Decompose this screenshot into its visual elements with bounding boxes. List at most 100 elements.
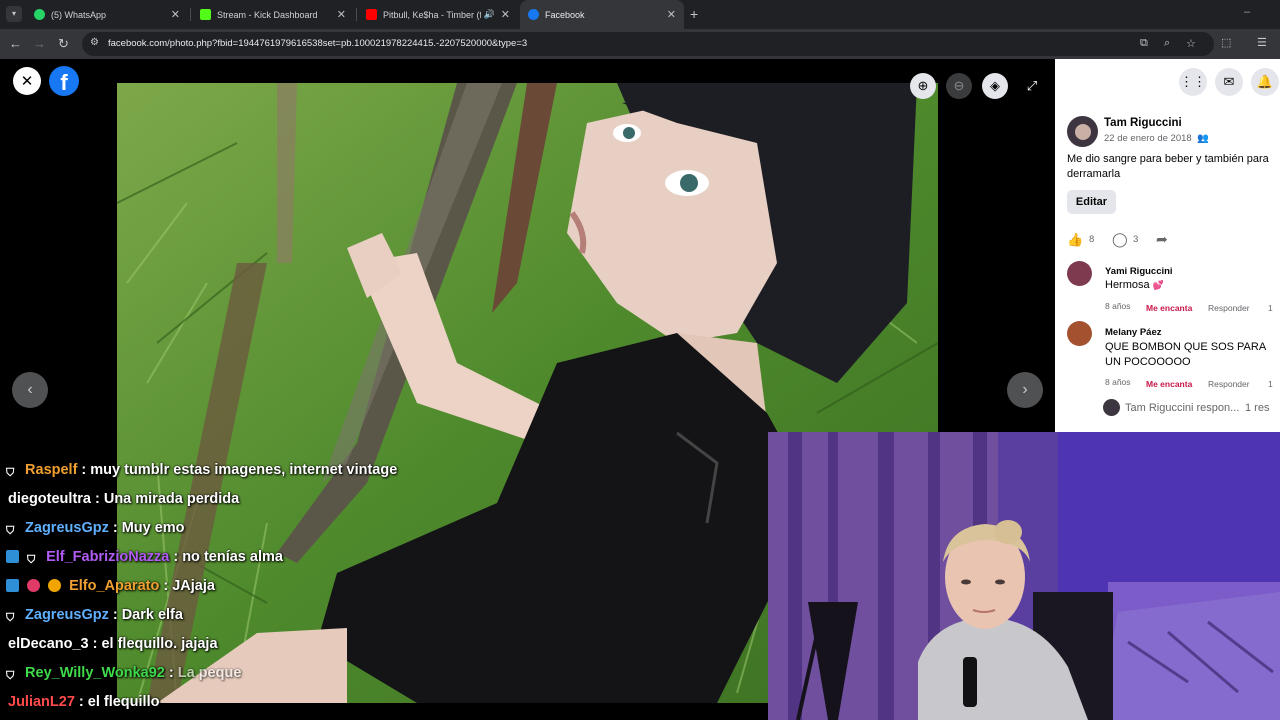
chat-message: ⛉ ZagreusGpz: Dark elfa xyxy=(6,607,183,624)
reply-button[interactable]: Responder xyxy=(1208,303,1250,313)
commenter-avatar[interactable] xyxy=(1067,261,1092,286)
extensions-icon[interactable]: ⬚ xyxy=(1221,36,1231,49)
tab-search-icon[interactable]: ▾ xyxy=(6,6,22,22)
author-avatar[interactable] xyxy=(1067,116,1098,147)
tab-kick-dashboard[interactable]: Stream - Kick Dashboard ✕ xyxy=(192,0,354,29)
chat-username[interactable]: Elfo_Aparato xyxy=(69,578,159,594)
tab-whatsapp[interactable]: (5) WhatsApp ✕ xyxy=(26,0,188,29)
moderator-shield-icon: ⛉ xyxy=(6,670,15,682)
whatsapp-icon xyxy=(34,9,45,20)
site-info-icon[interactable]: ⚙ xyxy=(90,37,99,48)
commenter-name[interactable]: Yami Riguccini xyxy=(1105,266,1173,277)
chat-text: muy tumblr estas imagenes, internet vint… xyxy=(90,462,398,478)
tab-facebook[interactable]: Facebook ✕ xyxy=(520,0,684,29)
close-tab-icon[interactable]: ✕ xyxy=(667,8,676,21)
menu-grid-icon[interactable]: ⋮⋮ xyxy=(1179,68,1207,96)
webcam-overlay xyxy=(768,432,1280,720)
chat-username[interactable]: diegoteultra xyxy=(8,491,91,507)
chat-text: La peque xyxy=(177,665,242,681)
notifications-bell-icon[interactable]: 🔔 xyxy=(1251,68,1279,96)
chat-text: Una mirada perdida xyxy=(103,491,240,507)
comment-icon[interactable]: ◯ xyxy=(1112,231,1128,248)
install-app-icon[interactable]: ⧉ xyxy=(1140,37,1148,50)
chat-username[interactable]: ZagreusGpz xyxy=(25,607,109,623)
close-viewer-icon[interactable]: ✕ xyxy=(13,67,41,95)
webcam-image xyxy=(768,432,1280,720)
reload-icon[interactable]: ↻ xyxy=(58,36,69,52)
close-tab-icon[interactable]: ✕ xyxy=(171,8,180,21)
zoom-icon[interactable]: ⌕ xyxy=(1164,37,1170,50)
reply-preview-link[interactable]: Tam Riguccini respon... xyxy=(1125,402,1239,414)
subscriber-badge-icon xyxy=(27,579,41,592)
reply-count[interactable]: 1 res xyxy=(1245,402,1269,414)
comment-text: QUE BOMBON QUE SOS PARA UN POCOOOOO xyxy=(1105,341,1266,368)
sidebar-icon[interactable]: ☰ xyxy=(1257,36,1267,49)
chat-message: ⛉ Raspelf: muy tumblr estas imagenes, in… xyxy=(6,462,398,479)
url-text[interactable]: facebook.com/photo.php?fbid=194476197961… xyxy=(108,38,527,49)
comment-age[interactable]: 8 años xyxy=(1105,301,1131,311)
share-icon[interactable]: ➦ xyxy=(1156,231,1168,248)
facebook-icon xyxy=(528,9,539,20)
browser-toolbar: ← → ↻ ⚙ facebook.com/photo.php?fbid=1944… xyxy=(0,29,1280,59)
chat-text: el flequillo. jajaja xyxy=(101,636,218,652)
fullscreen-icon[interactable]: ⤢ xyxy=(1019,73,1045,99)
browser-tab-bar: ▾ (5) WhatsApp ✕ Stream - Kick Dashboard… xyxy=(0,0,1280,29)
new-tab-icon[interactable]: + xyxy=(690,6,698,22)
comment-reaction-button[interactable]: Me encanta xyxy=(1146,303,1192,313)
back-icon[interactable]: ← xyxy=(9,36,22,51)
chat-message: JulianL27: el flequillo xyxy=(8,694,160,710)
chat-message: ⛉ Elf_FabrizioNazza: no tenías alma xyxy=(6,549,283,567)
chat-message: Elfo_Aparato: JAjaja xyxy=(6,578,215,594)
chat-text: JAjaja xyxy=(172,578,215,594)
post-date[interactable]: 22 de enero de 2018 xyxy=(1104,133,1192,144)
post-meta: 22 de enero de 2018 👥 xyxy=(1104,133,1209,144)
author-name[interactable]: Tam Riguccini xyxy=(1104,117,1182,129)
reaction-count: 1 xyxy=(1268,303,1273,313)
messenger-icon[interactable]: ✉ xyxy=(1215,68,1243,96)
chat-username[interactable]: JulianL27 xyxy=(8,694,75,710)
chat-message: ⛉ ZagreusGpz: Muy emo xyxy=(6,520,185,537)
post-caption: Me dio sangre para beber y también para … xyxy=(1067,153,1269,180)
tab-divider xyxy=(356,8,357,21)
reply-author-avatar[interactable] xyxy=(1103,399,1120,416)
forward-icon[interactable]: → xyxy=(33,36,46,51)
next-photo-icon[interactable]: › xyxy=(1007,372,1043,408)
tab-label: Pitbull, Ke$ha - Timber (fea xyxy=(383,9,481,20)
like-count: 8 xyxy=(1089,234,1095,245)
commenter-name[interactable]: Melany Páez xyxy=(1105,327,1162,338)
stream-chat: ⛉ Raspelf: muy tumblr estas imagenes, in… xyxy=(0,458,768,720)
tag-icon[interactable]: ◈ xyxy=(982,73,1008,99)
comment-age[interactable]: 8 años xyxy=(1105,377,1131,387)
chat-username[interactable]: Elf_FabrizioNazza xyxy=(46,549,169,565)
chat-username[interactable]: ZagreusGpz xyxy=(25,520,109,536)
like-icon[interactable]: 👍 xyxy=(1067,232,1083,248)
chat-message: ⛉ Rey_Willy_Wonka92: La peque xyxy=(6,665,242,682)
tab-youtube[interactable]: Pitbull, Ke$ha - Timber (fea 🔊 ✕ xyxy=(358,0,518,29)
prime-badge-icon xyxy=(6,579,19,592)
reply-button[interactable]: Responder xyxy=(1208,379,1250,389)
chat-username[interactable]: elDecano_3 xyxy=(8,636,89,652)
youtube-icon xyxy=(366,9,377,20)
commenter-avatar[interactable] xyxy=(1067,321,1092,346)
minimize-icon[interactable]: – xyxy=(1244,6,1250,18)
close-tab-icon[interactable]: ✕ xyxy=(501,8,510,21)
address-bar[interactable]: ⚙ facebook.com/photo.php?fbid=1944761979… xyxy=(82,32,1214,56)
moderator-shield-icon: ⛉ xyxy=(6,467,15,479)
gift-badge-icon xyxy=(48,579,62,592)
tab-label: Facebook xyxy=(545,9,585,20)
chat-message: diegoteultra: Una mirada perdida xyxy=(8,491,240,507)
previous-photo-icon[interactable]: ‹ xyxy=(12,372,48,408)
comment-reaction-button[interactable]: Me encanta xyxy=(1146,379,1192,389)
heart-emoji-icon: 💕 xyxy=(1152,280,1164,290)
close-tab-icon[interactable]: ✕ xyxy=(337,8,346,21)
edit-button[interactable]: Editar xyxy=(1067,190,1116,214)
chat-username[interactable]: Raspelf xyxy=(25,462,77,478)
moderator-shield-icon: ⛉ xyxy=(6,612,15,624)
zoom-in-icon[interactable]: ⊕ xyxy=(910,73,936,99)
friends-audience-icon: 👥 xyxy=(1197,133,1210,144)
chat-username[interactable]: Rey_Willy_Wonka92 xyxy=(25,665,165,681)
zoom-out-icon[interactable]: ⊖ xyxy=(946,73,972,99)
facebook-logo-icon[interactable]: f xyxy=(49,66,79,96)
bookmark-star-icon[interactable]: ☆ xyxy=(1186,37,1196,50)
speaker-icon[interactable]: 🔊 xyxy=(484,9,495,20)
